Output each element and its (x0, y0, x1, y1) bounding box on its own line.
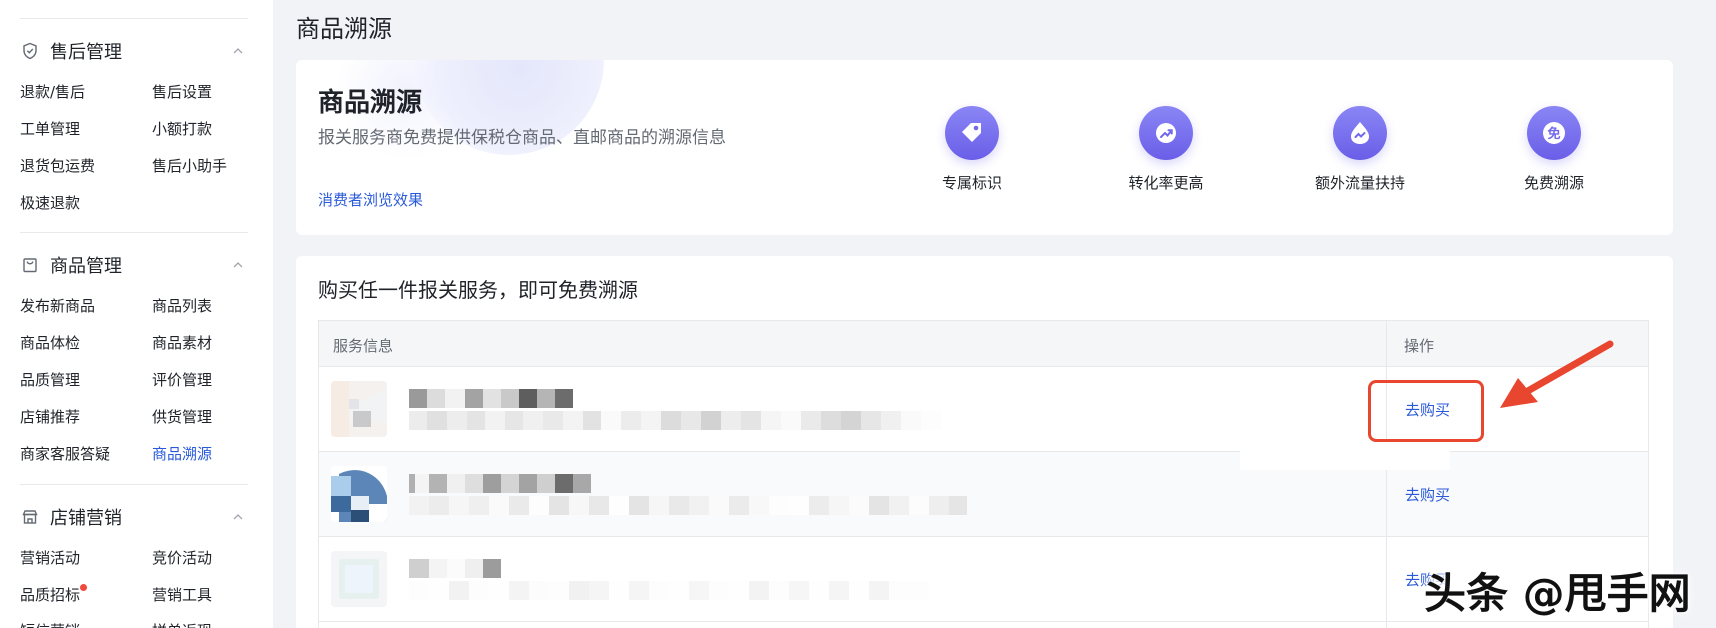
notification-dot (80, 584, 87, 591)
shop-icon (20, 507, 40, 527)
sidebar-item-quality-bidding[interactable]: 品质招标 (20, 584, 80, 605)
sidebar-divider (20, 232, 248, 233)
sidebar-section-after-sales[interactable]: 售后管理 (20, 36, 248, 66)
traceability-banner: 商品溯源 报关服务商免费提供保税仓商品、直邮商品的溯源信息 消费者浏览效果 专属… (296, 60, 1673, 235)
sidebar-item-fast-refund[interactable]: 极速退款 (20, 192, 80, 213)
sidebar-item-product-materials[interactable]: 商品素材 (152, 332, 212, 353)
bag-icon (20, 255, 40, 275)
free-icon: 免 (1527, 106, 1581, 160)
blurred-subtitle (409, 496, 967, 515)
consumer-preview-link[interactable]: 消费者浏览效果 (318, 189, 423, 210)
sidebar-item-after-sales-settings[interactable]: 售后设置 (152, 81, 212, 102)
shield-icon (20, 41, 40, 61)
feature-free-traceability: 免 免费溯源 (1484, 106, 1624, 193)
feature-higher-conversion: 转化率更高 (1096, 106, 1236, 193)
flow-icon (1333, 106, 1387, 160)
sidebar-section-products[interactable]: 商品管理 (20, 250, 248, 280)
sidebar-item-product-traceability[interactable]: 商品溯源 (152, 443, 212, 464)
sidebar: 售后管理 退款/售后 售后设置 工单管理 小额打款 退货包运费 售后小助手 极速… (0, 0, 273, 628)
arrow-annotation-icon (1500, 340, 1614, 408)
feature-label: 专属标识 (941, 174, 1002, 192)
blurred-title (409, 474, 591, 493)
sidebar-section-title: 店铺营销 (50, 508, 122, 529)
sidebar-item-small-payments[interactable]: 小额打款 (152, 118, 212, 139)
banner-title: 商品溯源 (318, 88, 423, 118)
svg-text:免: 免 (1547, 126, 1560, 142)
sidebar-item-sms-marketing[interactable]: 短信营销 (20, 620, 80, 628)
feature-label: 免费溯源 (1523, 174, 1584, 192)
buy-button[interactable]: 去购买 (1405, 484, 1450, 505)
sidebar-item-marketing-tools[interactable]: 营销工具 (152, 584, 212, 605)
sidebar-section-marketing[interactable]: 店铺营销 (20, 502, 248, 532)
blurred-subtitle (409, 411, 941, 430)
sidebar-divider (20, 484, 248, 485)
chevron-up-icon[interactable] (230, 43, 246, 59)
sidebar-item-merchant-qa[interactable]: 商家客服答疑 (20, 443, 110, 464)
sidebar-item-marketing-activities[interactable]: 营销活动 (20, 547, 80, 568)
blurred-subtitle (409, 581, 929, 600)
column-divider (1386, 321, 1387, 628)
sidebar-item-quality-management[interactable]: 品质管理 (20, 369, 80, 390)
feature-label: 转化率更高 (1128, 174, 1204, 192)
sidebar-item-tickets[interactable]: 工单管理 (20, 118, 80, 139)
sidebar-section-title: 商品管理 (50, 256, 122, 277)
sidebar-item-refunds[interactable]: 退款/售后 (20, 81, 85, 102)
feature-exclusive-tag: 专属标识 (902, 106, 1042, 193)
sidebar-item-review-management[interactable]: 评价管理 (152, 369, 212, 390)
sidebar-item-shop-recommend[interactable]: 店铺推荐 (20, 406, 80, 427)
sidebar-item-publish-product[interactable]: 发布新商品 (20, 295, 95, 316)
highlight-box (1368, 380, 1484, 442)
column-header-action: 操作 (1404, 337, 1435, 355)
sidebar-item-product-list[interactable]: 商品列表 (152, 295, 212, 316)
watermark: 头条 @甩手网 (1424, 569, 1691, 618)
column-header-service-info: 服务信息 (333, 337, 394, 355)
banner-description: 报关服务商免费提供保税仓商品、直邮商品的溯源信息 (318, 128, 726, 148)
blurred-title (409, 389, 573, 408)
services-title: 购买任一件报关服务，即可免费溯源 (318, 278, 638, 302)
page-title: 商品溯源 (296, 15, 392, 43)
sidebar-item-product-check[interactable]: 商品体检 (20, 332, 80, 353)
sidebar-item-supply-management[interactable]: 供货管理 (152, 406, 212, 427)
blurred-title (409, 559, 501, 578)
feature-extra-traffic: 额外流量扶持 (1290, 106, 1430, 193)
sidebar-item-return-shipping[interactable]: 退货包运费 (20, 155, 95, 176)
product-thumbnail (331, 381, 387, 437)
product-thumbnail (331, 551, 387, 607)
tag-icon (945, 106, 999, 160)
sidebar-item-bidding-activities[interactable]: 竞价活动 (152, 547, 212, 568)
blur-overlay (1240, 440, 1450, 470)
sidebar-divider (20, 18, 248, 19)
chevron-up-icon[interactable] (230, 509, 246, 525)
sidebar-item-after-sales-assistant[interactable]: 售后小助手 (152, 155, 227, 176)
product-thumbnail (331, 466, 387, 522)
chevron-up-icon[interactable] (230, 257, 246, 273)
sidebar-section-title: 售后管理 (50, 42, 122, 63)
sidebar-item-group-cashback[interactable]: 拼单返现 (152, 620, 212, 628)
trend-up-icon (1139, 106, 1193, 160)
table-header: 服务信息 操作 (319, 321, 1648, 367)
feature-label: 额外流量扶持 (1314, 174, 1405, 192)
